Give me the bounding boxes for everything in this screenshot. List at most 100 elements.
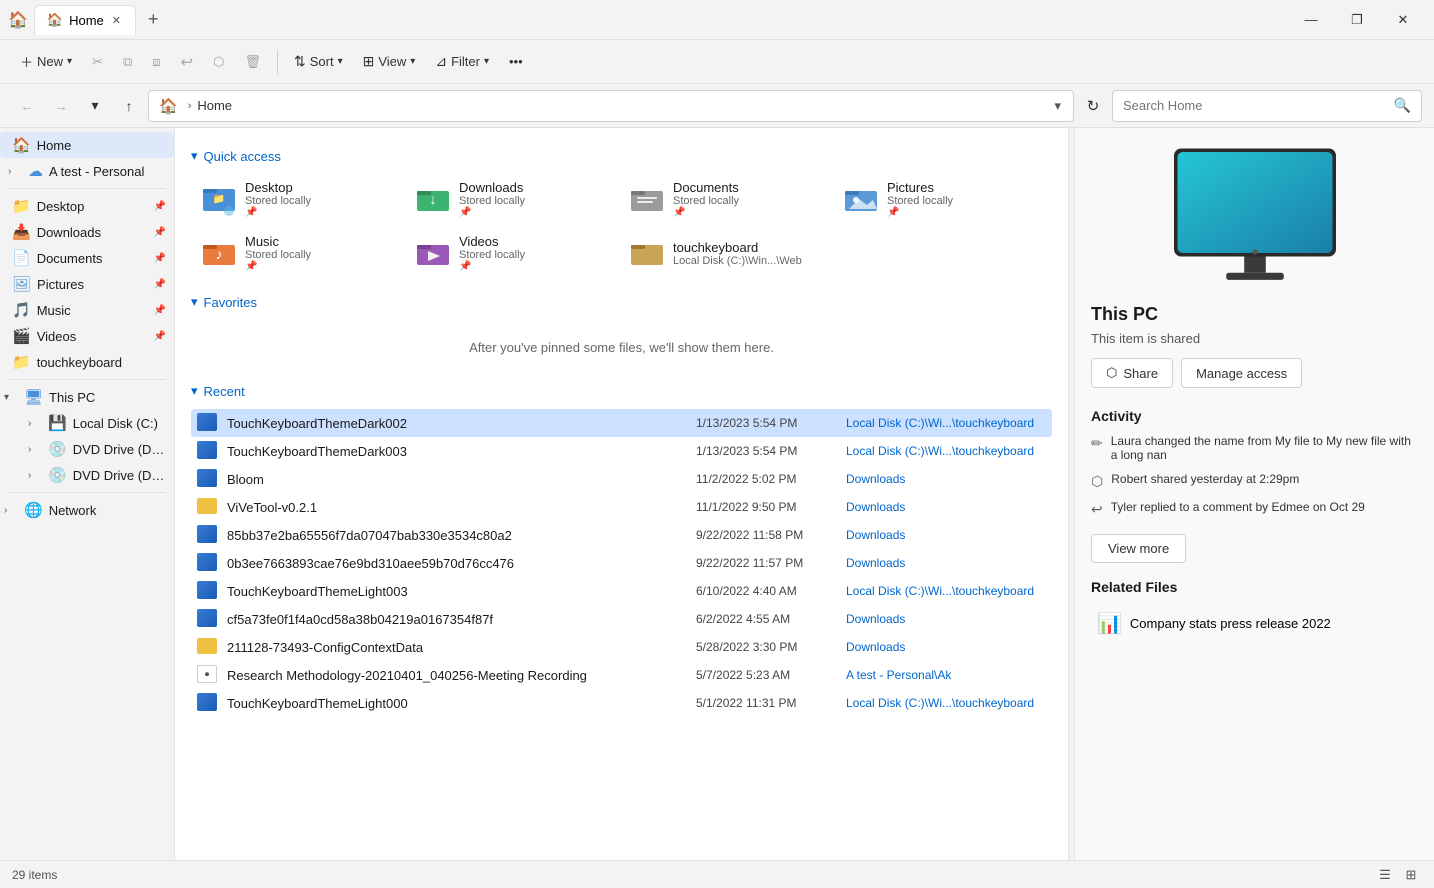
recent-file-icon [197, 469, 217, 489]
back-button[interactable]: ← [12, 91, 42, 121]
recent-file-row[interactable]: Bloom 11/2/2022 5:02 PM Downloads [191, 465, 1052, 493]
folder-documents[interactable]: Documents Stored locally 📌 [619, 174, 829, 224]
sidebar-item-dvd1[interactable]: › 💿 DVD Drive (D:) CC [0, 436, 174, 462]
activity-text-2: Robert shared yesterday at 2:29pm [1111, 472, 1299, 486]
recent-file-row[interactable]: 211128-73493-ConfigContextData 5/28/2022… [191, 633, 1052, 661]
pictures-pin-icon: 📌 [154, 279, 166, 290]
sidebar-item-pictures[interactable]: 🖼 Pictures 📌 [0, 271, 174, 297]
recent-header[interactable]: ▾ Recent [191, 383, 1052, 399]
recent-file-name: 0b3ee7663893cae76e9bd310aee59b70d76cc476 [227, 556, 686, 571]
related-file-item[interactable]: 📊 Company stats press release 2022 [1091, 605, 1418, 642]
sidebar-item-music[interactable]: 🎵 Music 📌 [0, 297, 174, 323]
sidebar-item-localdisk[interactable]: › 💾 Local Disk (C:) [0, 410, 174, 436]
folder-pictures[interactable]: Pictures Stored locally 📌 [833, 174, 1043, 224]
recent-file-name: ViVeTool-v0.2.1 [227, 500, 686, 515]
address-bar[interactable]: 🏠 › Home ▾ [148, 90, 1074, 122]
delete-button[interactable]: 🗑 [236, 49, 269, 75]
recent-file-row[interactable]: ⏺ Research Methodology-20210401_040256-M… [191, 661, 1052, 689]
folder-desktop[interactable]: 📁 Desktop Stored locally 📌 [191, 174, 401, 224]
sidebar: 🏠 Home › ☁ A test - Personal 📁 Desktop 📌… [0, 128, 175, 860]
close-button[interactable]: ✕ [1380, 4, 1426, 36]
new-tab-button[interactable]: + [142, 7, 165, 32]
activity-title: Activity [1091, 408, 1418, 424]
favorites-empty: After you've pinned some files, we'll sh… [191, 320, 1052, 375]
sidebar-item-network[interactable]: › 🌐 Network [0, 497, 174, 523]
quick-access-header[interactable]: ▾ Quick access [191, 148, 1052, 164]
sidebar-item-desktop[interactable]: 📁 Desktop 📌 [0, 193, 174, 219]
view-button[interactable]: ⊞ View ▾ [355, 48, 424, 75]
share-button[interactable]: ⬡ [205, 49, 232, 75]
folder-touchkeyboard[interactable]: touchkeyboard Local Disk (C:)\Win...\Web [619, 228, 829, 278]
sidebar-item-videos[interactable]: 🎬 Videos 📌 [0, 323, 174, 349]
view-more-button[interactable]: View more [1091, 534, 1186, 563]
view-label: View [378, 54, 406, 69]
main-layout: 🏠 Home › ☁ A test - Personal 📁 Desktop 📌… [0, 128, 1434, 860]
sidebar-item-documents[interactable]: 📄 Documents 📌 [0, 245, 174, 271]
dvd2-icon: 💿 [48, 466, 67, 484]
sort-icon: ⇅ [294, 53, 306, 70]
manage-access-button[interactable]: Manage access [1181, 358, 1302, 388]
maximize-button[interactable]: ❐ [1334, 4, 1380, 36]
recent-file-row[interactable]: ViVeTool-v0.2.1 11/1/2022 9:50 PM Downlo… [191, 493, 1052, 521]
folder-downloads-icon: ↓ [415, 181, 451, 217]
cut-button[interactable]: ✂ [84, 49, 111, 75]
folder-downloads-meta: Stored locally [459, 195, 525, 207]
forward-button[interactable]: → [46, 91, 76, 121]
address-dropdown-button[interactable]: ▾ [1052, 96, 1063, 116]
sidebar-item-touchkeyboard[interactable]: 📁 touchkeyboard [0, 349, 174, 375]
folder-documents-name: Documents [673, 180, 739, 195]
search-input[interactable] [1123, 98, 1388, 113]
paste-icon: ⧈ [152, 54, 160, 70]
folder-music-meta: Stored locally [245, 249, 311, 261]
more-button[interactable]: ••• [501, 49, 531, 74]
sort-button[interactable]: ⇅ Sort ▾ [286, 48, 351, 75]
related-file-name: Company stats press release 2022 [1130, 616, 1331, 631]
share-button[interactable]: ⬡ Share [1091, 358, 1173, 388]
svg-text:📁: 📁 [213, 194, 225, 205]
recent-file-row[interactable]: TouchKeyboardThemeLight003 6/10/2022 4:4… [191, 577, 1052, 605]
recent-file-row[interactable]: TouchKeyboardThemeDark003 1/13/2023 5:54… [191, 437, 1052, 465]
statusbar-grid-view-button[interactable]: ⊞ [1400, 864, 1422, 886]
sidebar-item-downloads[interactable]: 📥 Downloads 📌 [0, 219, 174, 245]
sidebar-item-home[interactable]: 🏠 Home [0, 132, 174, 158]
tab-home[interactable]: 🏠 Home ✕ [34, 5, 136, 35]
copy-button[interactable]: ⧉ [115, 49, 140, 75]
right-panel: This PC This item is shared ⬡ Share Mana… [1074, 128, 1434, 860]
statusbar: 29 items ☰ ⊞ [0, 860, 1434, 888]
recent-file-row[interactable]: cf5a73fe0f1f4a0cd58a38b04219a0167354f87f… [191, 605, 1052, 633]
sidebar-item-atest[interactable]: › ☁ A test - Personal [0, 158, 174, 184]
statusbar-list-view-button[interactable]: ☰ [1374, 864, 1396, 886]
up-button[interactable]: ↑ [114, 91, 144, 121]
folder-downloads[interactable]: ↓ Downloads Stored locally 📌 [405, 174, 615, 224]
recent-file-name: TouchKeyboardThemeLight000 [227, 696, 686, 711]
favorites-label: Favorites [204, 295, 257, 310]
recent-locations-button[interactable]: ▾ [80, 91, 110, 121]
folder-music-name: Music [245, 234, 311, 249]
sidebar-item-thispc[interactable]: ▾ 🖥 This PC [0, 384, 174, 410]
search-box[interactable]: 🔍 [1112, 90, 1422, 122]
filter-button[interactable]: ⊿ Filter ▾ [427, 48, 497, 75]
folder-videos-name: Videos [459, 234, 525, 249]
rename-button[interactable]: ↩ [173, 48, 202, 76]
new-button[interactable]: ＋ New ▾ [12, 47, 80, 76]
recent-file-row[interactable]: 85bb37e2ba65556f7da07047bab330e3534c80a2… [191, 521, 1052, 549]
new-chevron: ▾ [67, 56, 72, 67]
music-icon: 🎵 [12, 301, 31, 319]
paste-button[interactable]: ⧈ [144, 49, 168, 75]
recent-file-row[interactable]: 0b3ee7663893cae76e9bd310aee59b70d76cc476… [191, 549, 1052, 577]
recent-file-row[interactable]: TouchKeyboardThemeDark002 1/13/2023 5:54… [191, 409, 1052, 437]
sidebar-item-dvd2[interactable]: › 💿 DVD Drive (D:) CCC [0, 462, 174, 488]
tab-close-button[interactable]: ✕ [110, 12, 123, 29]
recent-file-row[interactable]: TouchKeyboardThemeLight000 5/1/2022 11:3… [191, 689, 1052, 717]
minimize-button[interactable]: — [1288, 4, 1334, 36]
folder-music[interactable]: ♪ Music Stored locally 📌 [191, 228, 401, 278]
refresh-button[interactable]: ↻ [1078, 91, 1108, 121]
folder-videos[interactable]: Videos Stored locally 📌 [405, 228, 615, 278]
folder-documents-icon [629, 181, 665, 217]
thispc-icon: 🖥 [24, 388, 43, 406]
recent-file-icon [197, 441, 217, 461]
dvd1-icon: 💿 [48, 440, 67, 458]
activity-text-3: Tyler replied to a comment by Edmee on O… [1111, 500, 1365, 514]
recent-file-date: 1/13/2023 5:54 PM [696, 444, 836, 458]
favorites-header[interactable]: ▾ Favorites [191, 294, 1052, 310]
